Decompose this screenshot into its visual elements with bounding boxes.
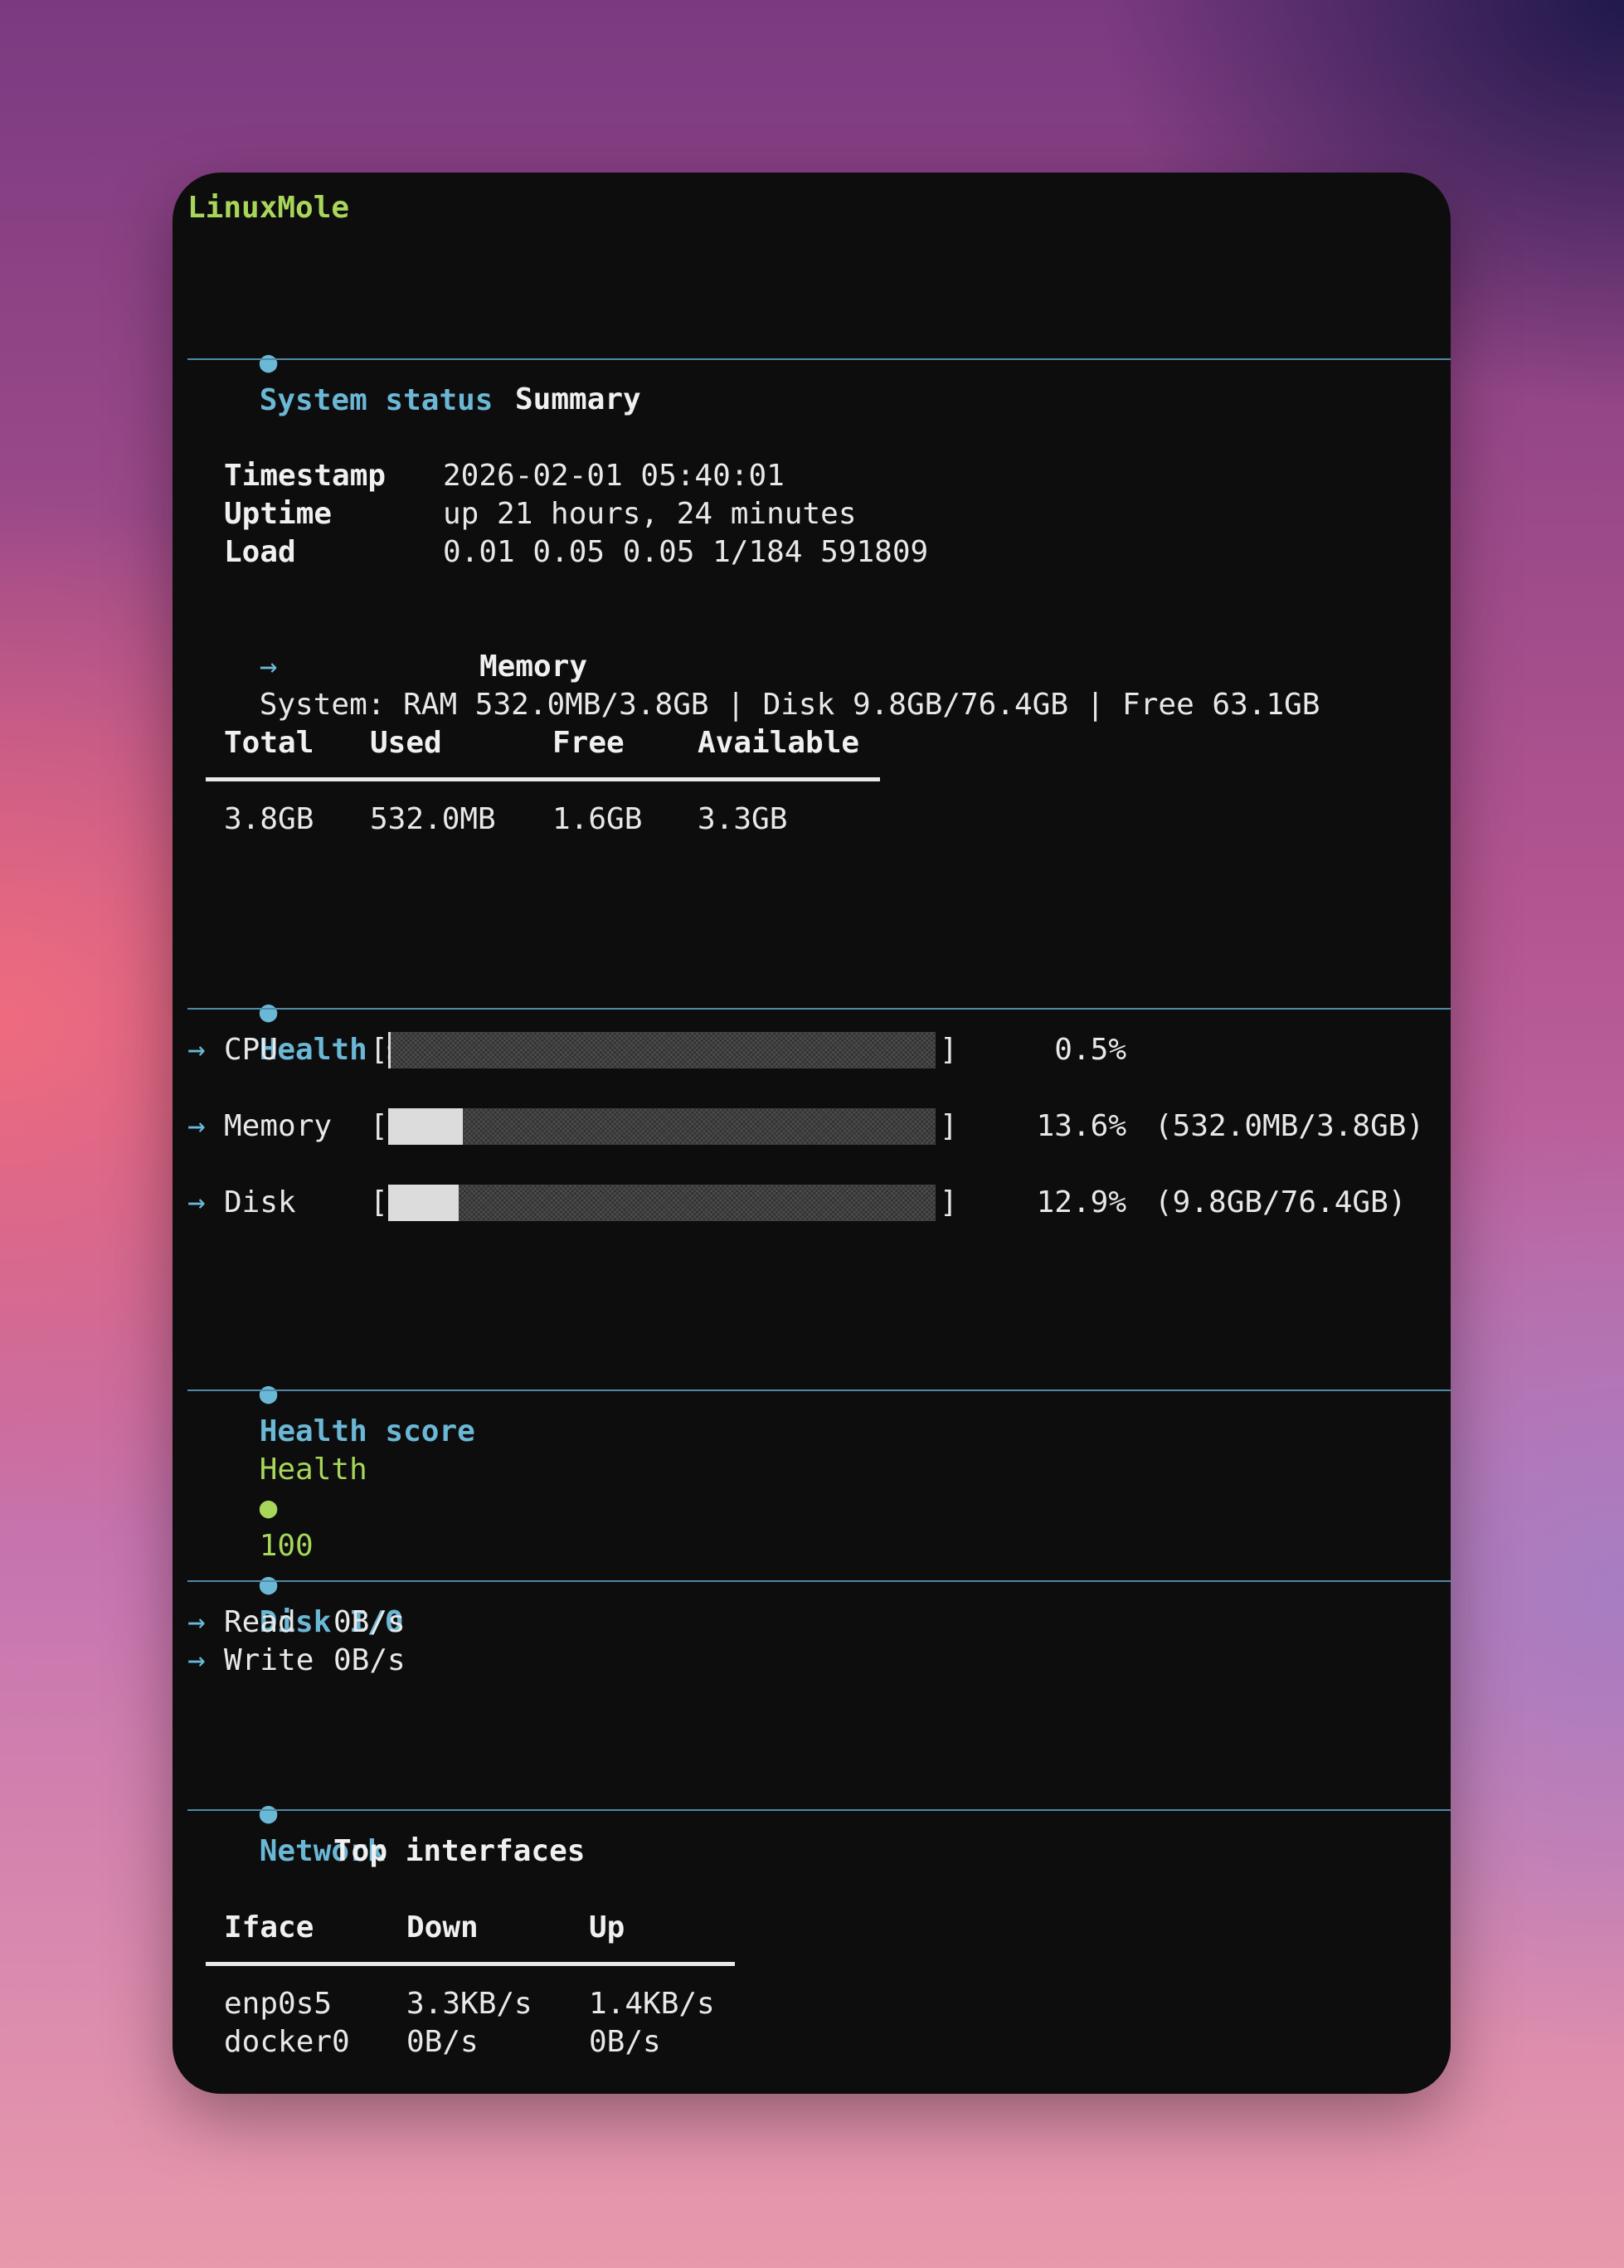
system-line-text: System: RAM 532.0MB/3.8GB | Disk 9.8GB/7…	[259, 688, 1320, 722]
memory-col-free: Free	[552, 726, 625, 760]
bracket-close: ]	[940, 1109, 958, 1143]
load-label: Load	[224, 535, 296, 569]
network-col-down: Down	[406, 1910, 479, 1944]
memory-col-used: Used	[370, 726, 442, 760]
arrow-icon: →	[187, 1605, 206, 1639]
top-interfaces-heading: Top interfaces	[333, 1834, 586, 1868]
uptime-label: Uptime	[224, 497, 333, 531]
terminal-window: LinuxMole ● System status Summary Timest…	[173, 173, 1451, 2094]
bracket-open: [	[370, 1033, 388, 1067]
disk-label: Disk	[224, 1185, 296, 1219]
bullet-icon: ●	[259, 995, 278, 1029]
memory-heading: Memory	[479, 650, 588, 684]
disk-usage-fill	[388, 1185, 459, 1221]
uptime-value: up 21 hours, 24 minutes	[443, 497, 857, 531]
table-header-rule	[206, 777, 880, 781]
arrow-icon: →	[187, 1033, 206, 1067]
bullet-icon: ●	[259, 1796, 278, 1830]
iface-name: docker0	[224, 2025, 350, 2059]
arrow-icon: →	[259, 650, 278, 684]
memory-usage-bar	[388, 1108, 936, 1145]
iface-down: 3.3KB/s	[406, 1987, 532, 2021]
section-divider	[187, 1580, 1451, 1582]
bullet-icon: ●	[259, 345, 278, 379]
network-col-up: Up	[589, 1910, 625, 1944]
section-title: System status	[259, 383, 494, 417]
iface-name: enp0s5	[224, 1987, 333, 2021]
bracket-open: [	[370, 1185, 388, 1219]
arrow-icon: →	[187, 1643, 206, 1677]
cpu-percent: 0.5%	[1054, 1033, 1126, 1067]
iface-up: 1.4KB/s	[589, 1987, 715, 2021]
section-divider	[187, 1390, 1451, 1391]
bullet-icon: ●	[259, 1376, 278, 1410]
disk-write-label: Write	[224, 1643, 314, 1677]
summary-heading: Summary	[515, 382, 641, 416]
arrow-icon: →	[187, 1185, 206, 1219]
iface-up: 0B/s	[589, 2025, 661, 2059]
disk-write-value: 0B/s	[333, 1643, 406, 1677]
table-header-rule	[206, 1962, 735, 1966]
cpu-usage-fill	[388, 1032, 391, 1068]
memory-usage-fill	[388, 1108, 463, 1145]
bullet-icon: ●	[259, 1567, 278, 1601]
load-value: 0.01 0.05 0.05 1/184 591809	[443, 535, 929, 569]
cpu-usage-bar	[388, 1032, 936, 1068]
timestamp-value: 2026-02-01 05:40:01	[443, 459, 785, 493]
memory-total-value: 3.8GB	[224, 802, 314, 836]
memory-col-available: Available	[698, 726, 860, 760]
disk-detail: (9.8GB/76.4GB)	[1155, 1185, 1407, 1219]
memory-label: Memory	[224, 1109, 333, 1143]
section-divider	[187, 1008, 1451, 1010]
health-dot-icon: ●	[259, 1491, 278, 1525]
bracket-close: ]	[940, 1185, 958, 1219]
memory-percent: 13.6%	[1036, 1109, 1126, 1143]
arrow-icon: →	[187, 1109, 206, 1143]
iface-down: 0B/s	[406, 2025, 479, 2059]
memory-used-value: 532.0MB	[370, 802, 496, 836]
disk-read-value: 0B/s	[333, 1605, 406, 1639]
cpu-label: CPU	[224, 1033, 279, 1067]
memory-detail: (532.0MB/3.8GB)	[1155, 1109, 1425, 1143]
network-col-iface: Iface	[224, 1910, 314, 1944]
memory-col-total: Total	[224, 726, 314, 760]
health-score-label: Health	[259, 1453, 367, 1487]
app-title: LinuxMole	[187, 191, 350, 225]
memory-free-value: 1.6GB	[552, 802, 643, 836]
disk-read-label: Read	[224, 1605, 296, 1639]
section-divider	[187, 1809, 1451, 1811]
disk-usage-bar	[388, 1185, 936, 1221]
bracket-open: [	[370, 1109, 388, 1143]
bracket-close: ]	[940, 1033, 958, 1067]
system-status-header: ● System status	[187, 305, 494, 458]
section-divider	[187, 358, 1451, 360]
memory-available-value: 3.3GB	[698, 802, 788, 836]
timestamp-label: Timestamp	[224, 459, 387, 493]
disk-percent: 12.9%	[1036, 1185, 1126, 1219]
